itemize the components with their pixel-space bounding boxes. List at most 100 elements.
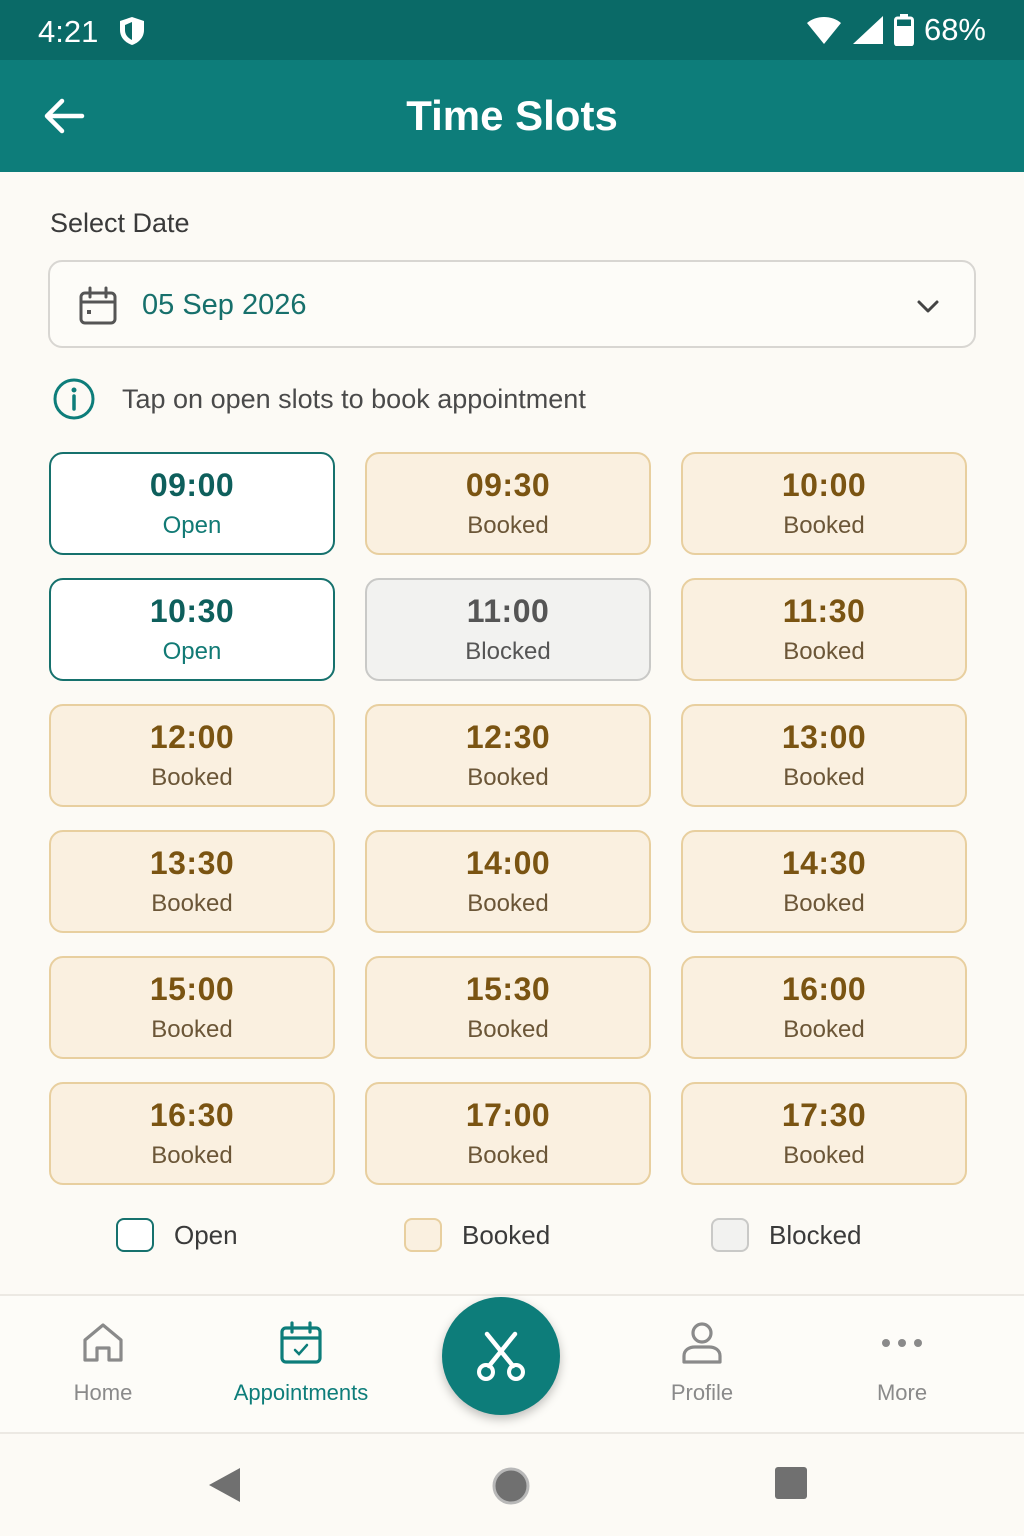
nav-more[interactable]: More xyxy=(802,1320,1002,1406)
slot-time: 14:30 xyxy=(781,845,867,881)
legend-booked: Booked xyxy=(404,1218,550,1252)
slot-status: Booked xyxy=(783,1142,865,1169)
slot-time: 10:00 xyxy=(781,467,867,503)
slot-time: 15:00 xyxy=(149,971,235,1007)
slot-status: Booked xyxy=(467,1142,549,1169)
shield-icon xyxy=(120,17,144,45)
time-slot[interactable]: 12:30 Booked xyxy=(365,704,651,807)
nav-label: More xyxy=(876,1380,928,1405)
scissors-icon xyxy=(477,1331,525,1381)
time-slot[interactable]: 17:30 Booked xyxy=(681,1082,967,1185)
home-icon xyxy=(83,1323,123,1362)
slot-status: Booked xyxy=(467,512,549,539)
nav-appointments[interactable]: Appointments xyxy=(201,1320,401,1406)
legend-blocked: Blocked xyxy=(711,1218,862,1252)
slot-status: Booked xyxy=(151,1016,233,1043)
nav-label: Home xyxy=(73,1380,133,1405)
nav-label: Appointments xyxy=(233,1380,369,1405)
time-slot[interactable]: 17:00 Booked xyxy=(365,1082,651,1185)
legend-label: Booked xyxy=(462,1219,551,1250)
slot-status: Blocked xyxy=(465,638,551,665)
date-dropdown[interactable]: 05 Sep 2026 xyxy=(48,260,976,348)
slot-status: Booked xyxy=(151,890,233,917)
time-slot-grid: 09:00 Open 09:30 Booked 10:00 Booked 10:30 O… xyxy=(49,452,967,1185)
legend-swatch-booked xyxy=(404,1218,442,1252)
nav-label: Profile xyxy=(670,1380,734,1405)
recents-square-icon[interactable] xyxy=(774,1466,808,1500)
time-slot[interactable]: 14:30 Booked xyxy=(681,830,967,933)
info-icon xyxy=(53,378,95,420)
back-triangle-icon[interactable] xyxy=(206,1466,242,1504)
wifi-icon xyxy=(806,17,841,44)
time-slot[interactable]: 16:30 Booked xyxy=(49,1082,335,1185)
slot-time: 17:00 xyxy=(465,1097,551,1133)
slot-time: 16:00 xyxy=(781,971,867,1007)
slot-time: 10:30 xyxy=(149,593,235,629)
slot-status: Booked xyxy=(467,890,549,917)
battery-icon xyxy=(893,14,914,46)
nav-profile[interactable]: Profile xyxy=(602,1320,802,1406)
page-title: Time Slots xyxy=(406,92,618,139)
slot-status: Booked xyxy=(467,764,549,791)
services-fab-button[interactable] xyxy=(442,1297,560,1415)
selected-date: 05 Sep 2026 xyxy=(142,289,307,321)
slot-status: Booked xyxy=(783,764,865,791)
slot-time: 13:00 xyxy=(781,719,867,755)
slot-time: 09:00 xyxy=(149,467,235,503)
slot-status: Booked xyxy=(151,1142,233,1169)
time-slot[interactable]: 16:00 Booked xyxy=(681,956,967,1059)
legend-swatch-blocked xyxy=(711,1218,749,1252)
slot-legend: Open Booked Blocked xyxy=(0,1218,1024,1258)
person-icon xyxy=(682,1322,722,1364)
time-slot[interactable]: 13:00 Booked xyxy=(681,704,967,807)
slot-time: 12:00 xyxy=(149,719,235,755)
time-slot[interactable]: 10:00 Booked xyxy=(681,452,967,555)
app-bar: Time Slots xyxy=(0,60,1024,172)
info-hint: Tap on open slots to book appointment xyxy=(52,378,586,420)
legend-swatch-open xyxy=(116,1218,154,1252)
calendar-check-icon xyxy=(280,1321,322,1364)
time-slot[interactable]: 09:00 Open xyxy=(49,452,335,555)
time-slot[interactable]: 09:30 Booked xyxy=(365,452,651,555)
slot-time: 09:30 xyxy=(465,467,551,503)
home-circle-icon[interactable] xyxy=(491,1466,531,1506)
slot-time: 15:30 xyxy=(465,971,551,1007)
slot-time: 13:30 xyxy=(149,845,235,881)
time-slot[interactable]: 15:30 Booked xyxy=(365,956,651,1059)
slot-time: 11:00 xyxy=(466,593,550,629)
slot-status: Booked xyxy=(783,1016,865,1043)
info-text: Tap on open slots to book appointment xyxy=(122,383,586,414)
slot-status: Booked xyxy=(151,764,233,791)
slot-status: Open xyxy=(162,512,222,539)
time-slot[interactable]: 10:30 Open xyxy=(49,578,335,681)
more-horizontal-icon xyxy=(882,1339,922,1347)
nav-home[interactable]: Home xyxy=(3,1320,203,1406)
time-slot[interactable]: 13:30 Booked xyxy=(49,830,335,933)
slot-time: 17:30 xyxy=(781,1097,867,1133)
time-slot[interactable]: 12:00 Booked xyxy=(49,704,335,807)
slot-status: Booked xyxy=(783,512,865,539)
chevron-down-icon xyxy=(917,300,939,313)
slot-status: Booked xyxy=(467,1016,549,1043)
slot-time: 11:30 xyxy=(782,593,866,629)
legend-label: Open xyxy=(174,1219,238,1250)
slot-time: 16:30 xyxy=(149,1097,235,1133)
slot-time: 12:30 xyxy=(465,719,551,755)
status-indicators: 68% xyxy=(806,12,986,48)
system-navigation-bar xyxy=(0,1436,1024,1536)
status-time: 4:21 xyxy=(38,14,99,49)
time-slot[interactable]: 11:00 Blocked xyxy=(365,578,651,681)
time-slot[interactable]: 14:00 Booked xyxy=(365,830,651,933)
slot-status: Open xyxy=(162,638,222,665)
time-slot[interactable]: 11:30 Booked xyxy=(681,578,967,681)
select-date-label: Select Date xyxy=(50,208,190,238)
battery-percent: 68% xyxy=(923,12,986,47)
slot-status: Booked xyxy=(783,890,865,917)
time-slot[interactable]: 15:00 Booked xyxy=(49,956,335,1059)
calendar-icon xyxy=(79,286,117,325)
cell-signal-icon xyxy=(852,16,883,44)
slot-status: Booked xyxy=(783,638,865,665)
slot-time: 14:00 xyxy=(465,845,551,881)
legend-label: Blocked xyxy=(769,1219,862,1250)
status-bar: 4:21 68% xyxy=(0,0,1024,60)
